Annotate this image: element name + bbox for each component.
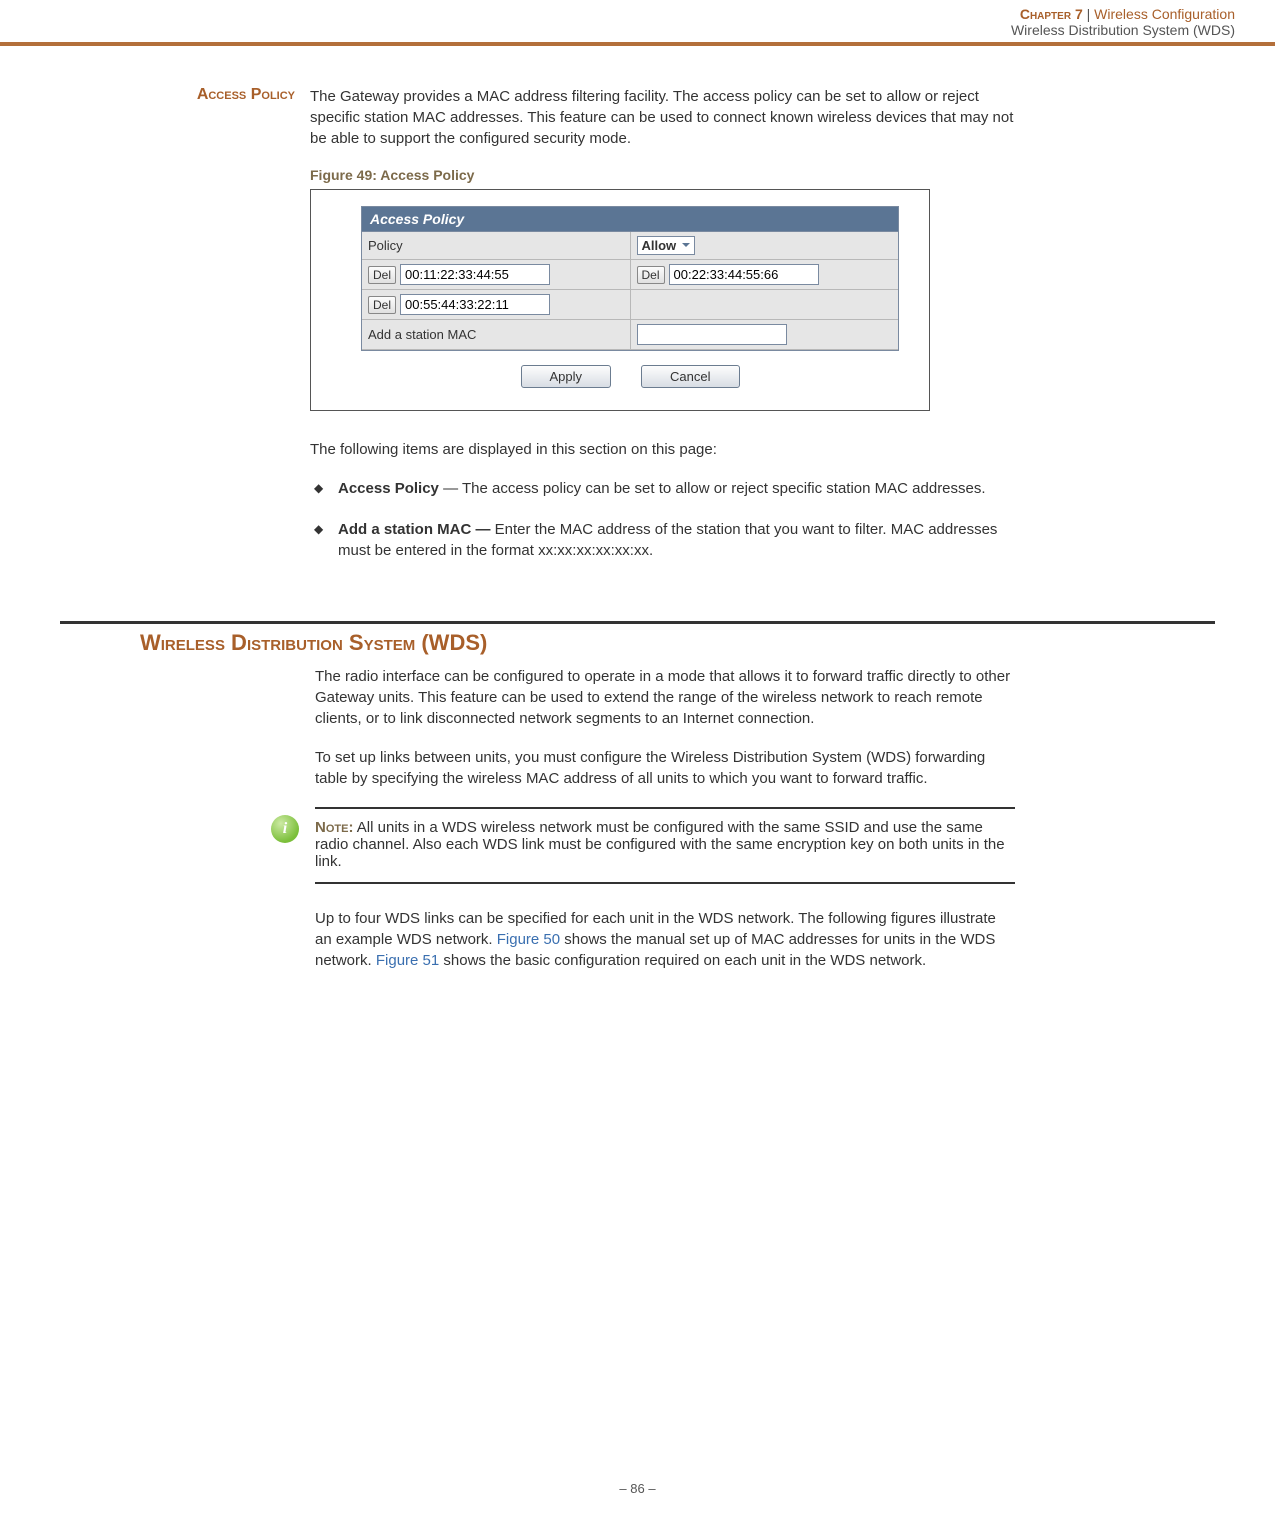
note-block: i Note: All units in a WDS wireless netw… [315, 807, 1015, 884]
add-mac-input[interactable] [637, 324, 787, 345]
add-mac-label: Add a station MAC [362, 320, 630, 349]
chapter-subtitle: Wireless Distribution System (WDS) [0, 22, 1235, 38]
wds-p1: The radio interface can be configured to… [315, 666, 1015, 729]
chapter-title: Wireless Configuration [1094, 6, 1235, 22]
access-policy-intro: The Gateway provides a MAC address filte… [310, 86, 1015, 149]
section-rule [60, 621, 1215, 624]
policy-label-cell: Policy [362, 232, 630, 259]
delete-button-1[interactable]: Del [368, 266, 396, 284]
delete-button-3[interactable]: Del [368, 296, 396, 314]
wds-p3: Up to four WDS links can be specified fo… [315, 908, 1015, 971]
wds-p3c: shows the basic configuration required o… [439, 952, 926, 969]
panel-title: Access Policy [362, 207, 898, 232]
figure-50-xref[interactable]: Figure 50 [497, 931, 560, 948]
header-separator: | [1087, 6, 1091, 22]
mac-input-2[interactable] [669, 264, 819, 285]
figure-51-xref[interactable]: Figure 51 [376, 952, 439, 969]
bullet-add-mac: Add a station MAC — Enter the MAC addres… [310, 519, 1015, 561]
empty-cell [630, 290, 899, 319]
note-body: All units in a WDS wireless network must… [315, 819, 1005, 870]
note-label: Note: [315, 819, 353, 836]
policy-select-cell: Allow [630, 232, 899, 259]
bullet-list: Access Policy — The access policy can be… [310, 478, 1015, 561]
bullet-1-rest: — The access policy can be set to allow … [439, 480, 986, 497]
page-number: – 86 – [0, 1481, 1275, 1496]
cancel-button[interactable]: Cancel [641, 365, 739, 388]
page-header: Chapter 7 | Wireless Configuration Wirel… [0, 0, 1275, 46]
figure-49-box: Access Policy Policy Allow Del [310, 189, 930, 411]
delete-button-2[interactable]: Del [637, 266, 665, 284]
wds-heading: Wireless Distribution System (WDS) [140, 630, 1215, 656]
bullet-2-bold: Add a station MAC — [338, 521, 491, 538]
items-lead: The following items are displayed in thi… [310, 439, 1015, 460]
side-heading-access-policy: Access Policy [60, 86, 310, 581]
mac-input-1[interactable] [400, 264, 550, 285]
policy-select[interactable]: Allow [637, 236, 696, 255]
info-icon: i [271, 815, 299, 843]
bullet-1-bold: Access Policy [338, 480, 439, 497]
wds-p2: To set up links between units, you must … [315, 747, 1015, 789]
access-policy-panel: Access Policy Policy Allow Del [361, 206, 899, 351]
mac-input-3[interactable] [400, 294, 550, 315]
chapter-label: Chapter 7 [1020, 6, 1083, 22]
apply-button[interactable]: Apply [521, 365, 612, 388]
bullet-access-policy: Access Policy — The access policy can be… [310, 478, 1015, 499]
figure-49-caption: Figure 49: Access Policy [310, 167, 1015, 183]
